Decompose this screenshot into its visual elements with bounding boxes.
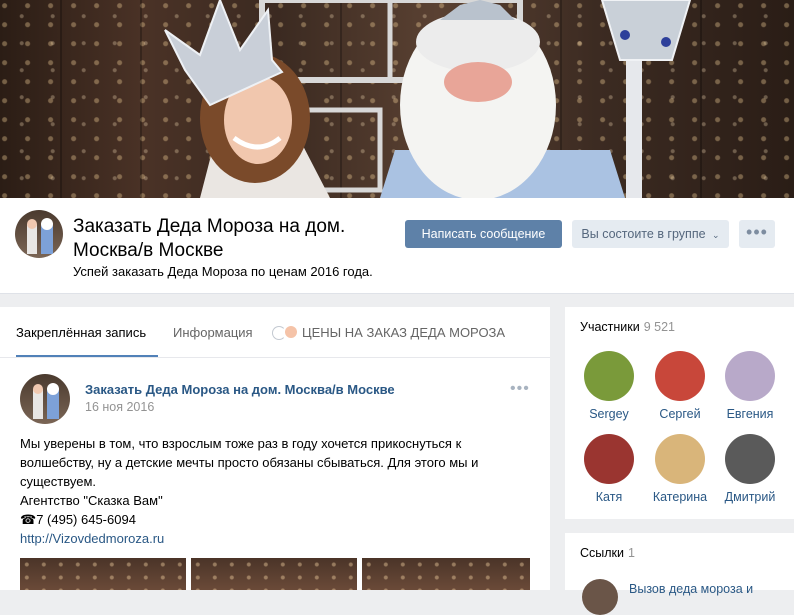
- member-name: Sergey: [589, 407, 629, 421]
- pinned-post: Заказать Деда Мороза на дом. Москва/в Мо…: [0, 358, 550, 590]
- members-block: Участники 9 521 Sergey Сергей Евгения Кат…: [565, 307, 794, 519]
- links-block: Ссылки 1 Вызов деда мороза и: [565, 533, 794, 615]
- group-avatar-image: [27, 218, 53, 254]
- member-avatar: [584, 351, 634, 401]
- members-count: 9 521: [643, 320, 675, 334]
- membership-label: Вы состоите в группе: [581, 227, 706, 241]
- post-author-avatar[interactable]: [20, 374, 70, 424]
- member-avatar: [725, 434, 775, 484]
- member-item[interactable]: Sergey: [574, 351, 644, 421]
- member-item[interactable]: Сергей: [645, 351, 715, 421]
- cover-illustration: [164, 0, 692, 198]
- post-text-line: волшебству, ну а детские мечты просто об…: [20, 455, 479, 470]
- chevron-down-icon: ⌄: [712, 230, 720, 240]
- member-item[interactable]: Катя: [574, 434, 644, 504]
- member-name: Евгения: [726, 407, 774, 421]
- post-more-icon[interactable]: •••: [510, 380, 530, 398]
- post-text-line: Агентство "Сказка Вам": [20, 493, 163, 508]
- member-avatar: [655, 434, 705, 484]
- members-title[interactable]: Участники 9 521: [580, 320, 675, 334]
- post-author-avatar-image: [33, 383, 59, 419]
- content-tabs: Закреплённая запись Информация ЦЕНЫ НА З…: [0, 307, 550, 358]
- send-message-button[interactable]: Написать сообщение: [405, 220, 562, 248]
- more-actions-button[interactable]: •••: [739, 220, 775, 248]
- post-website-link[interactable]: http://Vizovdedmoroza.ru: [20, 529, 530, 548]
- tab-pinned-post[interactable]: Закреплённая запись: [16, 307, 158, 357]
- post-text: Мы уверены в том, что взрослым тоже раз …: [20, 434, 530, 548]
- member-item[interactable]: Дмитрий: [715, 434, 785, 504]
- members-title-label: Участники: [580, 320, 640, 334]
- member-name: Катя: [595, 490, 623, 504]
- member-item[interactable]: Евгения: [715, 351, 785, 421]
- member-item[interactable]: Катерина: [645, 434, 715, 504]
- post-photo[interactable]: [362, 558, 530, 590]
- member-avatar: [725, 351, 775, 401]
- member-name: Катерина: [652, 490, 708, 504]
- member-avatar: [584, 434, 634, 484]
- member-name: Дмитрий: [724, 490, 776, 504]
- links-title[interactable]: Ссылки 1: [580, 546, 635, 560]
- link-thumbnail[interactable]: [582, 579, 618, 615]
- link-item[interactable]: Вызов деда мороза и: [629, 582, 753, 596]
- post-text-line: ☎7 (495) 645-6094: [20, 512, 136, 527]
- post-text-line: Мы уверены в том, что взрослым тоже раз …: [20, 436, 462, 451]
- member-name: Сергей: [659, 407, 701, 421]
- member-avatar: [655, 351, 705, 401]
- tab-prices[interactable]: ЦЕНЫ НА ЗАКАЗ ДЕДА МОРОЗА: [302, 307, 505, 357]
- cover-image: [0, 0, 794, 198]
- post-text-line: существуем.: [20, 474, 96, 489]
- group-avatar[interactable]: [15, 210, 63, 258]
- post-author-link[interactable]: Заказать Деда Мороза на дом. Москва/в Мо…: [85, 382, 395, 397]
- links-count: 1: [628, 546, 635, 560]
- tab-info[interactable]: Информация: [173, 307, 253, 357]
- loading-spinner-icon: [272, 326, 286, 340]
- post-photo[interactable]: [20, 558, 186, 590]
- links-title-label: Ссылки: [580, 546, 625, 560]
- tab-marker-icon: [285, 326, 297, 338]
- membership-dropdown-button[interactable]: Вы состоите в группе ⌄: [572, 220, 729, 248]
- post-photo[interactable]: [191, 558, 357, 590]
- group-status: Успей заказать Деда Мороза по ценам 2016…: [73, 264, 373, 279]
- group-title: Заказать Деда Мороза на дом. Москва/в Мо…: [73, 216, 346, 261]
- post-date[interactable]: 16 ноя 2016: [85, 400, 154, 414]
